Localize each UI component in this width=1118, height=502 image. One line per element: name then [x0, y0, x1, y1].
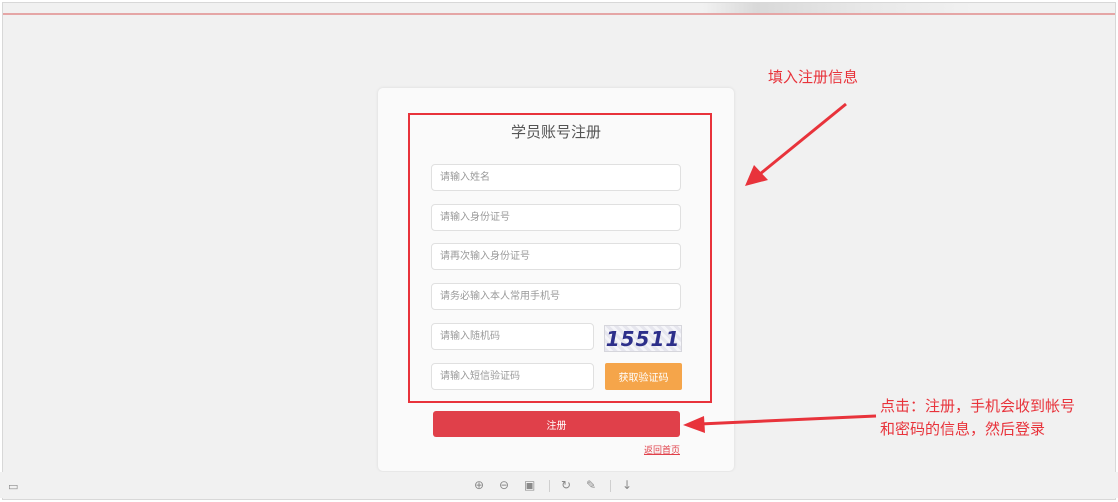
- annotation-fill-info: 填入注册信息: [768, 68, 859, 86]
- annotation-click-register-line1: 点击：注册，手机会收到帐号: [880, 397, 1076, 415]
- fit-icon[interactable]: ▣: [524, 478, 535, 492]
- page-title: 学员账号注册: [510, 123, 601, 141]
- id-number-confirm-input[interactable]: [431, 243, 681, 270]
- random-code-input[interactable]: [431, 323, 594, 350]
- name-input[interactable]: [431, 164, 681, 191]
- top-blur-strip: [703, 3, 973, 13]
- zoom-out-icon[interactable]: ⊖: [499, 478, 509, 492]
- id-number-input[interactable]: [431, 204, 681, 231]
- bottom-toolbar: [0, 472, 1118, 498]
- corner-icon: ▭: [8, 480, 19, 493]
- back-home-link[interactable]: 返回首页: [620, 443, 680, 456]
- annotation-click-register-line2: 和密码的信息，然后登录: [880, 420, 1046, 438]
- top-divider: [3, 13, 1115, 15]
- register-button[interactable]: 注册: [433, 411, 680, 437]
- sms-code-input[interactable]: [431, 363, 594, 390]
- edit-icon[interactable]: ✎: [586, 478, 596, 492]
- toolbar-divider: [549, 480, 550, 492]
- toolbar-divider: [610, 480, 611, 492]
- captcha-image[interactable]: 15511: [604, 325, 682, 352]
- zoom-in-icon[interactable]: ⊕: [474, 478, 484, 492]
- rotate-icon[interactable]: ↻: [561, 478, 571, 492]
- get-sms-code-button[interactable]: 获取验证码: [605, 363, 682, 390]
- phone-input[interactable]: [431, 283, 681, 310]
- download-icon[interactable]: ↓: [622, 478, 632, 492]
